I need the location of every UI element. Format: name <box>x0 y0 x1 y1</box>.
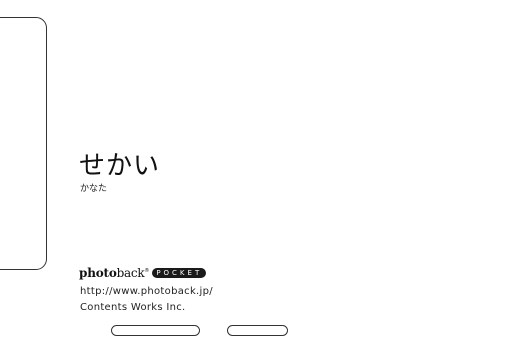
logo-back-text: back <box>116 266 145 280</box>
registered-mark: ® <box>144 268 150 274</box>
blank-pill-field-left <box>111 325 200 336</box>
pocket-badge: POCKET <box>152 268 207 278</box>
photoback-logo: photo back ® POCKET <box>79 265 207 281</box>
book-author: かなた <box>80 184 108 194</box>
cover-frame-panel <box>0 17 47 270</box>
logo-photo-text: photo <box>79 266 117 280</box>
website-url: http://www.photoback.jp/ <box>80 286 213 297</box>
blank-pill-field-right <box>227 325 288 336</box>
company-name: Contents Works Inc. <box>80 302 186 313</box>
book-title: せかい <box>79 151 161 181</box>
